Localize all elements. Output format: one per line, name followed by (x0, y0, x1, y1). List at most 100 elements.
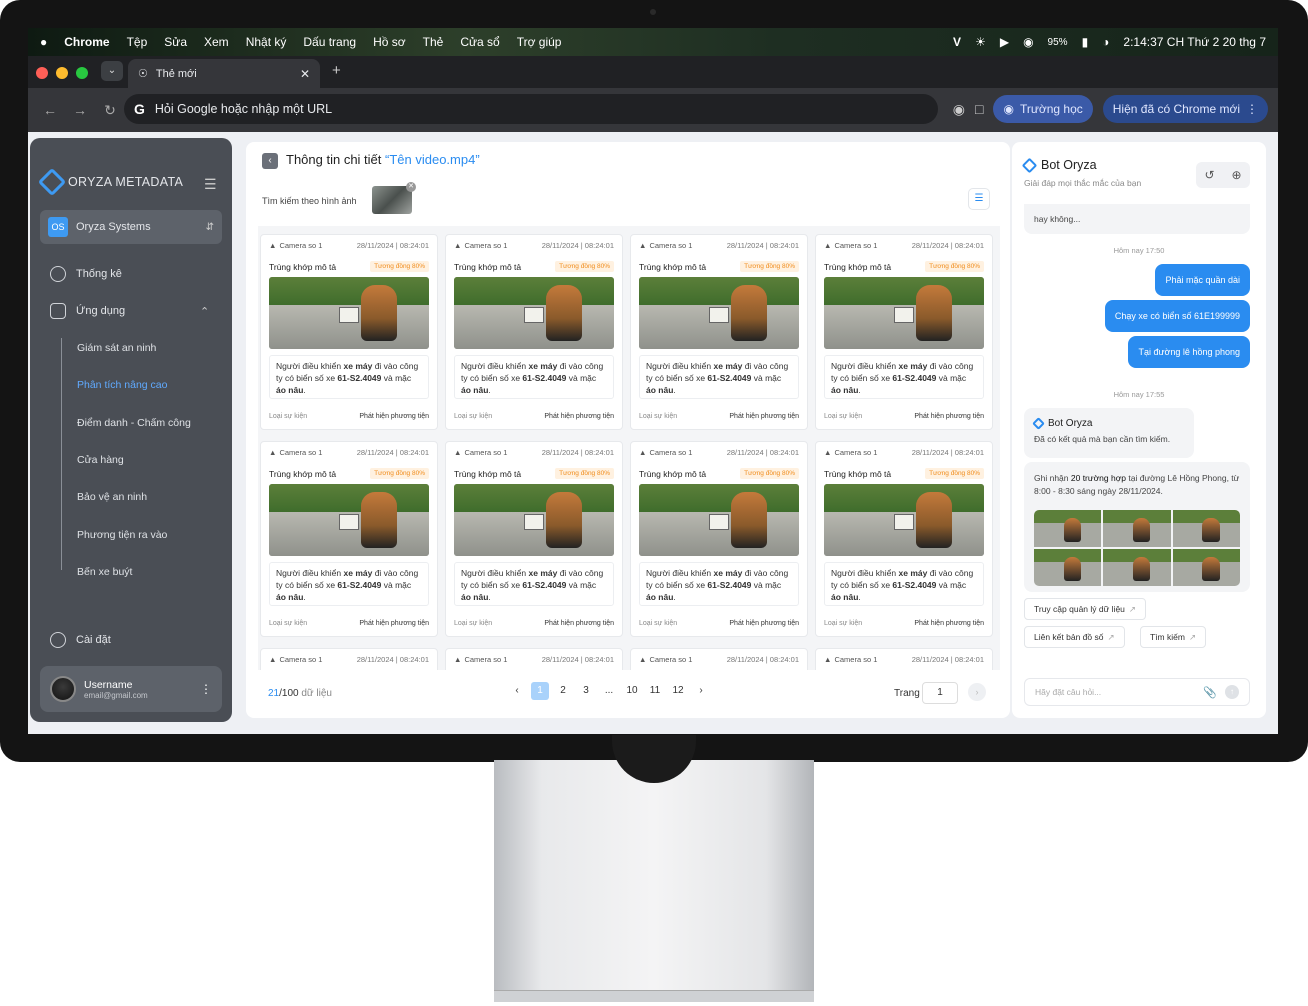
update-chrome-button[interactable]: Hiện đã có Chrome mới ⋮ (1102, 95, 1268, 123)
result-card[interactable]: ▲ Camera so 1 28/11/2024 | 08:24:01 Trùn… (445, 234, 623, 430)
menu-edit[interactable]: Sửa (164, 35, 187, 49)
gallery-image[interactable] (1034, 549, 1102, 586)
event-type-label: Loại sự kiện (269, 620, 308, 627)
back-chevron-icon[interactable]: ‹ (262, 153, 278, 169)
page-12[interactable]: 12 (669, 682, 687, 700)
page-3[interactable]: 3 (577, 682, 595, 700)
attach-paperclip-icon[interactable]: 📎 (1203, 686, 1217, 699)
sidebar-item-vehicle-access[interactable]: Phương tiện ra vào (77, 529, 167, 541)
org-switcher[interactable]: OS Oryza Systems ⇵ (40, 210, 222, 244)
menu-clock[interactable]: 2:14:37 CH Thứ 2 20 thg 7 (1123, 35, 1266, 49)
back-arrow-icon[interactable]: ← (38, 102, 62, 118)
chat-input[interactable]: Hãy đặt câu hỏi... 📎 ↑ (1024, 678, 1250, 706)
extensions-puzzle-icon[interactable]: □ (975, 101, 983, 117)
battery-percent[interactable]: 95% (1048, 37, 1068, 48)
page-ellipsis[interactable]: ... (600, 682, 618, 700)
sidebar-item-security-monitoring[interactable]: Giám sát an ninh (77, 342, 156, 354)
new-tab-plus-icon[interactable]: + (332, 62, 341, 79)
play-icon[interactable]: ▶ (1000, 35, 1009, 49)
result-card[interactable]: ▲ Camera so 1 28/11/2024 | 08:24:01 Trùn… (445, 441, 623, 637)
menu-tab[interactable]: Thẻ (423, 35, 444, 49)
omnibox[interactable]: G Hỏi Google hoặc nhập một URL (124, 94, 938, 124)
menu-window[interactable]: Cửa sổ (460, 35, 499, 49)
card-snapshot[interactable] (454, 277, 614, 349)
tab-close-icon[interactable]: ✕ (300, 67, 310, 81)
menu-file[interactable]: Tệp (127, 35, 148, 49)
gallery-image[interactable] (1172, 510, 1240, 547)
remove-image-icon[interactable]: ✕ (406, 182, 416, 192)
sidebar-item-store[interactable]: Cửa hàng (77, 454, 124, 466)
result-card[interactable]: ▲ Camera so 1 28/11/2024 | 08:24:01 Trùn… (260, 234, 438, 430)
sidebar-item-guard[interactable]: Bảo vệ an ninh (77, 491, 147, 503)
hamburger-menu-icon[interactable]: ☰ (204, 176, 217, 193)
forward-arrow-icon[interactable]: → (68, 102, 92, 118)
search-link[interactable]: Tìm kiếm ↗ (1140, 626, 1207, 648)
sidebar-item-attendance[interactable]: Điểm danh - Chấm công (77, 417, 191, 429)
result-card[interactable]: ▲ Camera so 1 28/11/2024 | 08:24:01 Trùn… (815, 234, 993, 430)
nav-settings[interactable]: Cài đặt (50, 632, 111, 648)
brightness-icon[interactable]: ☀ (975, 35, 986, 49)
more-vertical-icon[interactable]: ⋮ (200, 682, 212, 696)
result-card[interactable]: ▲ Camera so 1 28/11/2024 | 08:24:01 Trùn… (815, 441, 993, 637)
page-11[interactable]: 11 (646, 682, 664, 700)
nav-stats[interactable]: Thống kê (50, 266, 122, 282)
profile-button[interactable]: ◉ Trường học (993, 95, 1093, 123)
card-snapshot[interactable] (454, 484, 614, 556)
user-card[interactable]: Username email@gmail.com ⋮ (40, 666, 222, 712)
reload-icon[interactable]: ↻ (98, 102, 122, 119)
map-link[interactable]: Liên kết bản đồ số ↗ (1024, 626, 1125, 648)
gallery-image[interactable] (1034, 510, 1102, 547)
menu-app-name[interactable]: Chrome (64, 35, 109, 49)
sidebar-item-bus-station[interactable]: Bến xe buýt (77, 566, 132, 578)
next-page-icon[interactable]: › (692, 682, 710, 700)
nav-apps[interactable]: Ứng dụng ⌃ (50, 303, 220, 319)
extension-logo-icon[interactable]: ◉ (953, 101, 965, 118)
menu-bookmarks[interactable]: Dấu trang (303, 35, 356, 49)
search-image-thumbnail[interactable]: ✕ (372, 182, 416, 214)
sidebar: ORYZA METADATA ☰ OS Oryza Systems ⇵ Thốn… (30, 138, 232, 722)
new-chat-icon[interactable]: ⊕ (1231, 168, 1241, 182)
close-window-button[interactable] (36, 67, 48, 79)
menu-help[interactable]: Trợ giúp (517, 35, 562, 49)
tab-search-chevron-icon[interactable]: ⌄ (101, 61, 123, 81)
goto-arrow-icon[interactable]: › (968, 683, 986, 701)
prev-page-icon[interactable]: ‹ (508, 682, 526, 700)
result-card[interactable]: ▲ Camera so 1 28/11/2024 | 08:24:01 Trùn… (260, 441, 438, 637)
apple-icon[interactable]: ● (40, 35, 47, 49)
card-snapshot[interactable] (639, 277, 799, 349)
card-snapshot[interactable] (269, 277, 429, 349)
control-center-icon[interactable]: ◑ (1102, 35, 1109, 49)
menu-profiles[interactable]: Hồ sơ (373, 35, 406, 49)
filter-icon[interactable]: ☰ (968, 188, 990, 210)
card-snapshot[interactable] (824, 277, 984, 349)
airpods-icon[interactable]: ◉ (1023, 35, 1033, 49)
gallery-image[interactable] (1103, 549, 1171, 586)
tab-new-tab[interactable]: ☉ Thẻ mới ✕ (128, 59, 320, 88)
data-management-link[interactable]: Truy cập quản lý dữ liệu ↗ (1024, 598, 1147, 620)
card-header: ▲ Camera so 1 28/11/2024 | 08:24:01 (824, 241, 984, 250)
result-card[interactable]: ▲ Camera so 1 28/11/2024 | 08:24:01 Trùn… (815, 648, 993, 670)
menu-view[interactable]: Xem (204, 35, 229, 49)
camera-icon: ▲ (269, 448, 277, 457)
history-icon[interactable]: ↺ (1204, 168, 1214, 182)
result-card[interactable]: ▲ Camera so 1 28/11/2024 | 08:24:01 Trùn… (445, 648, 623, 670)
card-snapshot[interactable] (639, 484, 799, 556)
maximize-window-button[interactable] (76, 67, 88, 79)
result-card[interactable]: ▲ Camera so 1 28/11/2024 | 08:24:01 Trùn… (630, 648, 808, 670)
card-snapshot[interactable] (269, 484, 429, 556)
minimize-window-button[interactable] (56, 67, 68, 79)
gallery-image[interactable] (1172, 549, 1240, 586)
page-10[interactable]: 10 (623, 682, 641, 700)
send-icon[interactable]: ↑ (1225, 685, 1239, 699)
sidebar-item-advanced-analytics[interactable]: Phân tích nâng cao (77, 379, 168, 391)
menu-history[interactable]: Nhật ký (246, 35, 287, 49)
goto-page-input[interactable]: 1 (922, 682, 958, 704)
page-1[interactable]: 1 (531, 682, 549, 700)
result-card[interactable]: ▲ Camera so 1 28/11/2024 | 08:24:01 Trùn… (630, 234, 808, 430)
vpn-status-icon[interactable]: V (953, 35, 961, 49)
result-card[interactable]: ▲ Camera so 1 28/11/2024 | 08:24:01 Trùn… (630, 441, 808, 637)
result-card[interactable]: ▲ Camera so 1 28/11/2024 | 08:24:01 Trùn… (260, 648, 438, 670)
card-snapshot[interactable] (824, 484, 984, 556)
gallery-image[interactable] (1103, 510, 1171, 547)
page-2[interactable]: 2 (554, 682, 572, 700)
